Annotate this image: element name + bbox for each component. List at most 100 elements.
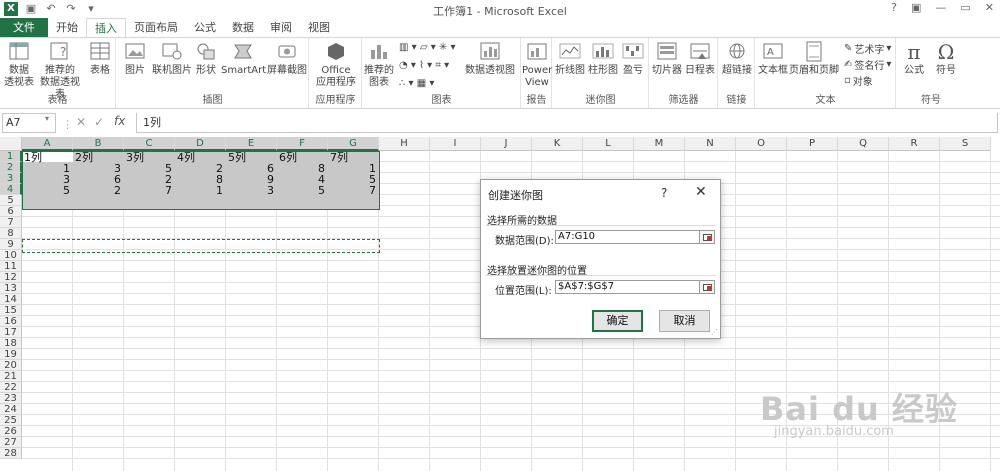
header-footer-button[interactable]: 页眉和页脚 (788, 41, 840, 77)
cell-value[interactable]: 7 (330, 185, 376, 196)
column-header-p[interactable]: P (787, 137, 838, 151)
cell-value[interactable]: 7 (126, 185, 172, 196)
column-chart-icon[interactable]: ▥ ▾ ▱ ▾ ✳ ▾ (399, 42, 455, 53)
column-header-a[interactable]: A (22, 137, 73, 151)
column-header-l[interactable]: L (583, 137, 634, 151)
insert-function-icon[interactable]: fx (114, 114, 125, 128)
sparkline-column-button[interactable]: 柱形图 (587, 41, 619, 77)
tab-file[interactable]: 文件 (0, 18, 48, 38)
table-button[interactable]: 表格 (86, 41, 114, 77)
online-pictures-button[interactable]: 联机图片 (151, 41, 193, 77)
cancel-button[interactable]: 取消 (659, 310, 710, 332)
row-header-25[interactable]: 25 (0, 415, 22, 426)
tab-data[interactable]: 数据 (224, 18, 262, 38)
column-header-o[interactable]: O (736, 137, 787, 151)
row-header-17[interactable]: 17 (0, 327, 22, 338)
row-header-12[interactable]: 12 (0, 272, 22, 283)
row-header-28[interactable]: 28 (0, 448, 22, 459)
column-header-g[interactable]: G (328, 137, 379, 151)
power-view-button[interactable]: Power View (522, 41, 552, 89)
tab-home[interactable]: 开始 (48, 18, 86, 38)
help-icon[interactable]: ? (891, 1, 897, 14)
column-header-h[interactable]: H (379, 137, 430, 151)
object-button[interactable]: ▫ 对象 (844, 73, 873, 88)
column-header-d[interactable]: D (175, 137, 226, 151)
row-header-14[interactable]: 14 (0, 294, 22, 305)
equation-button[interactable]: π 公式 (899, 41, 929, 77)
wordart-button[interactable]: ✎ 艺术字 ▾ (844, 41, 891, 56)
column-header-n[interactable]: N (685, 137, 736, 151)
timeline-button[interactable]: 日程表 (684, 41, 716, 77)
row-header-24[interactable]: 24 (0, 404, 22, 415)
row-header-2[interactable]: 2 (0, 162, 22, 173)
shapes-button[interactable]: 形状 (193, 41, 219, 77)
row-header-22[interactable]: 22 (0, 382, 22, 393)
smartart-button[interactable]: SmartArt (221, 41, 266, 77)
row-header-11[interactable]: 11 (0, 261, 22, 272)
cell-value[interactable]: 5 (24, 185, 70, 196)
pivot-table-button[interactable]: 数据 透视表 (2, 41, 36, 89)
row-header-7[interactable]: 7 (0, 217, 22, 228)
enter-icon[interactable]: ✓ (94, 115, 104, 129)
dialog-help-icon[interactable]: ? (661, 186, 667, 200)
column-header-s[interactable]: S (940, 137, 991, 151)
dialog-close-icon[interactable]: ✕ (695, 184, 707, 200)
column-header-m[interactable]: M (634, 137, 685, 151)
row-header-13[interactable]: 13 (0, 283, 22, 294)
cell-value[interactable]: 5 (279, 185, 325, 196)
cell-value[interactable]: 3 (228, 185, 274, 196)
close-icon[interactable]: ✕ (985, 1, 994, 14)
column-header-i[interactable]: I (430, 137, 481, 151)
column-header-e[interactable]: E (226, 137, 277, 151)
tab-page-layout[interactable]: 页面布局 (126, 18, 186, 38)
pie-chart-icon[interactable]: ◔ ▾ ⌇ ▾ ⌗ ▾ (399, 60, 449, 71)
tab-view[interactable]: 视图 (300, 18, 338, 38)
location-range-input[interactable]: $A$7:$G$7 (555, 280, 702, 294)
data-range-input[interactable]: A7:G10 (555, 230, 702, 244)
maximize-icon[interactable]: ▭ (960, 1, 970, 14)
ribbon-display-icon[interactable]: ▣ (911, 1, 921, 14)
row-header-4[interactable]: 4 (0, 184, 22, 195)
office-apps-button[interactable]: Office 应用程序 (312, 41, 360, 89)
tab-review[interactable]: 审阅 (262, 18, 300, 38)
cell-value[interactable]: 2 (75, 185, 121, 196)
formula-input[interactable]: 1列 (136, 113, 998, 133)
row-header-16[interactable]: 16 (0, 316, 22, 327)
pivot-chart-button[interactable]: 数据透视图 (461, 41, 519, 77)
ok-button[interactable]: 确定 (592, 310, 643, 332)
row-header-19[interactable]: 19 (0, 349, 22, 360)
select-all-corner[interactable] (0, 137, 22, 151)
scatter-chart-icon[interactable]: ∴ ▾ ▦ ▾ (399, 78, 434, 89)
column-header-c[interactable]: C (124, 137, 175, 151)
row-header-27[interactable]: 27 (0, 437, 22, 448)
column-header-b[interactable]: B (73, 137, 124, 151)
tab-formulas[interactable]: 公式 (186, 18, 224, 38)
row-header-5[interactable]: 5 (0, 195, 22, 206)
row-header-9[interactable]: 9 (0, 239, 22, 250)
resize-grip-icon[interactable]: ⋰ (711, 328, 718, 336)
row-header-3[interactable]: 3 (0, 173, 22, 184)
picture-button[interactable]: 图片 (119, 41, 151, 77)
recommended-charts-button[interactable]: 推荐的 图表 (363, 41, 395, 89)
slicer-button[interactable]: 切片器 (651, 41, 683, 77)
column-header-k[interactable]: K (532, 137, 583, 151)
cancel-icon[interactable]: ✕ (76, 115, 86, 129)
row-header-10[interactable]: 10 (0, 250, 22, 261)
location-range-collapse-button[interactable] (699, 280, 715, 294)
row-header-20[interactable]: 20 (0, 360, 22, 371)
screenshot-button[interactable]: 屏幕截图 (267, 41, 307, 77)
column-header-r[interactable]: R (889, 137, 940, 151)
row-header-21[interactable]: 21 (0, 371, 22, 382)
column-header-q[interactable]: Q (838, 137, 889, 151)
tab-insert[interactable]: 插入 (86, 18, 126, 38)
row-header-6[interactable]: 6 (0, 206, 22, 217)
symbol-button[interactable]: Ω 符号 (931, 41, 961, 77)
cell-value[interactable]: 1 (177, 185, 223, 196)
row-header-1[interactable]: 1 (0, 151, 22, 162)
textbox-button[interactable]: A 文本框 (758, 41, 788, 77)
signature-line-button[interactable]: ✍ 签名行 ▾ (844, 57, 891, 72)
sparkline-winloss-button[interactable]: 盈亏 (619, 41, 647, 77)
row-header-23[interactable]: 23 (0, 393, 22, 404)
sparkline-line-button[interactable]: 折线图 (554, 41, 586, 77)
row-header-26[interactable]: 26 (0, 426, 22, 437)
